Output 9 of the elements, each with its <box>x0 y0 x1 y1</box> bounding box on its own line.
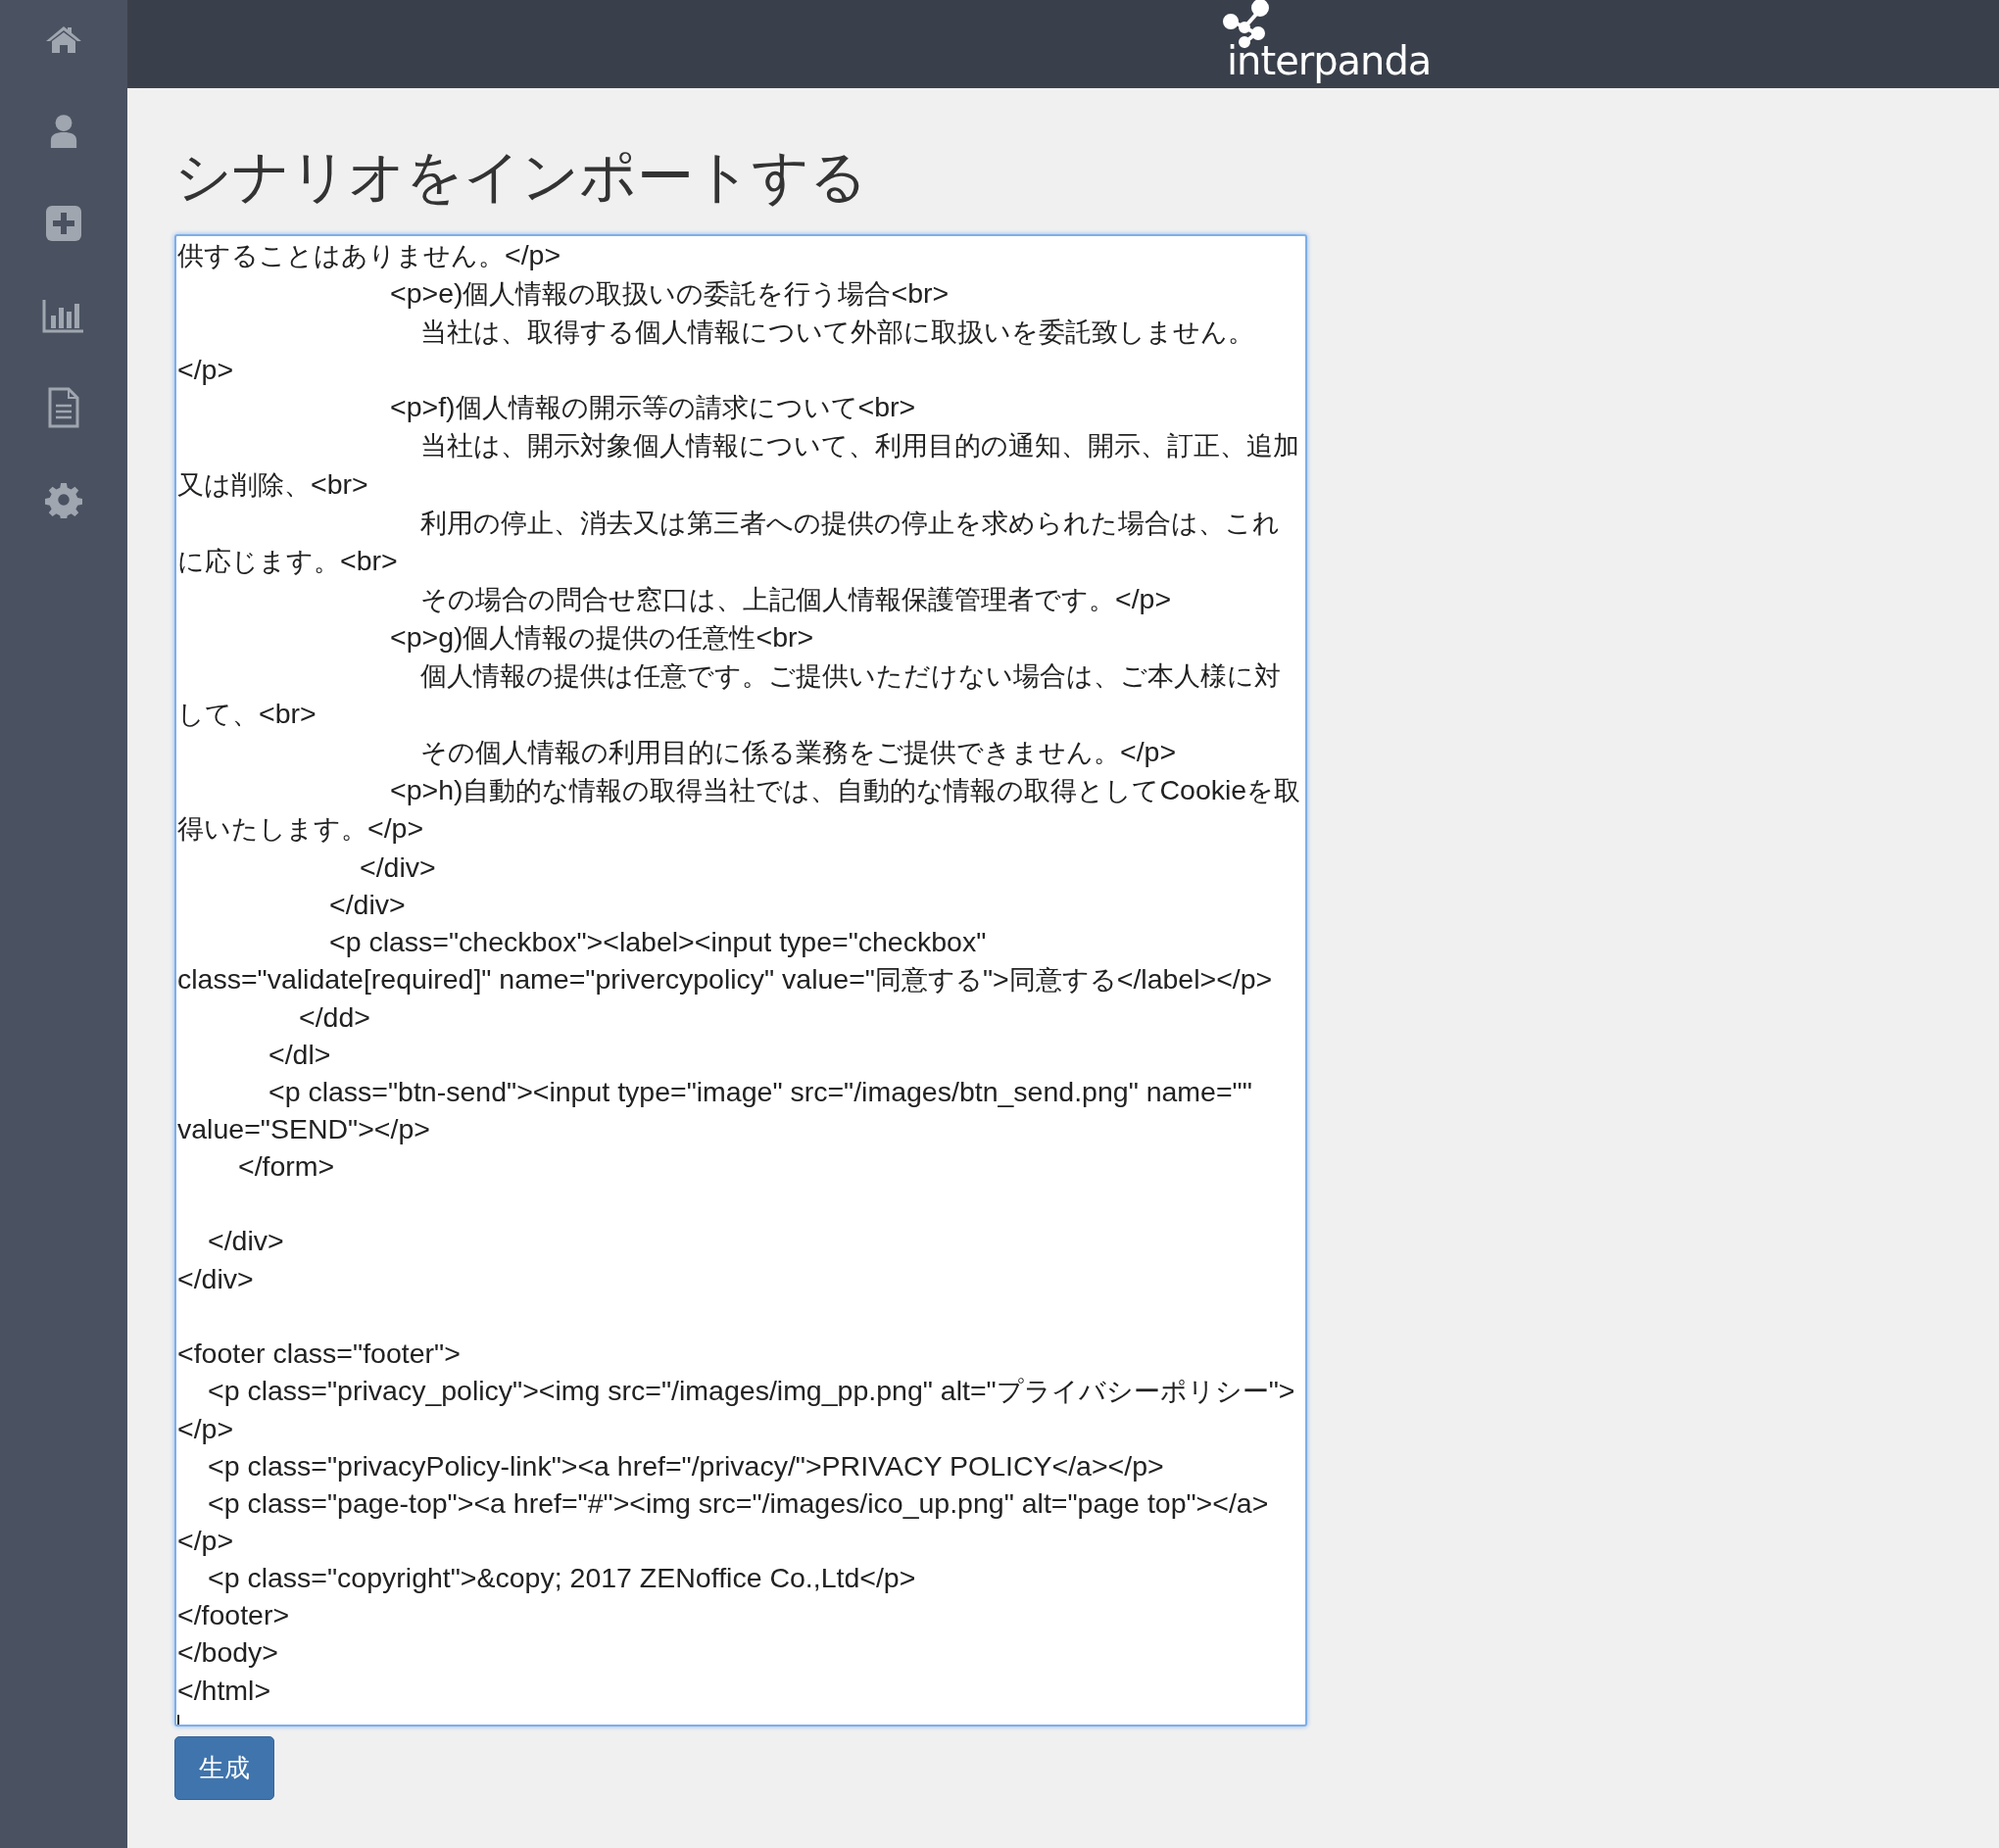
home-icon[interactable] <box>44 24 83 55</box>
generate-button[interactable]: 生成 <box>174 1736 274 1800</box>
page-title: シナリオをインポートする <box>174 145 868 208</box>
scenario-text-field[interactable]: 供することはありません。</p> <p>e)個人情報の取扱いの委託を行う場合<br> 当社は、取得する個人情報について外部に取扱いを委託致しません。</p> <p>f)個人情報の開示等の請求について<br> 当社は、開示対象個人情報について、利用目的の通知、開示、訂正、追加又は削除、<br> 利用の停止、消去又は第三者への提供の停止を求められた場合は、これに応じます。<br> その場合の問合せ窓口は、上記個人情報保護管理者です。</p> <p>g)個人情報の提供の任意性<br> 個人情報の提供は任意です。ご提供いただけない場合は、ご本人様に対して、<br> その個人情報の利用目的に係る業務をご提供できません。</p> <p>h)自動的な情報の取得当社では、自動的な情報の取得としてCookieを取得いたします。</p> </div> </div> <p class="checkbox"><label><input type="checkbox" class="validate[required]" name="privercypolicy" value="同意する">同意する</label></p> </dd> </dl> <p class="btn-send"><input type="image" src="/images/btn_send.png" name="" value="SEND"></p> </form> </div> </div> <footer class="footer"> <p class="privacy_policy"><img src="/images/img_pp.png" alt="プライバシーポリシー"></p> <p class="privacyPolicy-link"><a href="/privacy/">PRIVACY POLICY</a></p> <p class="page-top"><a href="#"><img src="/images/ico_up.png" alt="page top"></a> </p> <p class="copyright">&copy; 2017 ZENoffice Co.,Ltd</p> </footer> </body> </html> <box>174 234 1307 1726</box>
bar-chart-icon[interactable] <box>42 298 85 333</box>
user-icon[interactable] <box>49 113 78 150</box>
settings-icon[interactable] <box>45 481 82 518</box>
document-icon[interactable] <box>47 387 80 428</box>
plus-square-icon[interactable] <box>46 206 81 241</box>
